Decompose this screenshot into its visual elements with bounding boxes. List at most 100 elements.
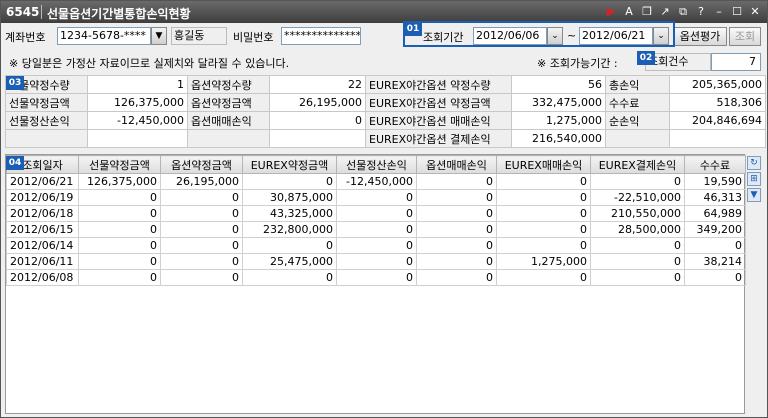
value-cell: 0	[78, 221, 161, 238]
value-cell: -12,450,000	[336, 173, 417, 190]
column-header[interactable]: EUREX약정금액	[242, 155, 337, 174]
value-cell: 46,313	[684, 189, 746, 206]
table-row[interactable]: 2012/06/14 0 0 0 0 0 0 0 0	[6, 237, 746, 254]
value-cell: 28,500,000	[590, 221, 685, 238]
refresh-icon[interactable]: ↻	[747, 156, 761, 170]
column-header[interactable]: 선물약정금액	[78, 155, 161, 174]
column-header[interactable]: 옵션약정금액	[160, 155, 243, 174]
summary-value: 332,475,000	[511, 93, 606, 112]
value-cell: 0	[336, 253, 417, 270]
summary-value: 204,846,694	[669, 111, 766, 130]
notice-text: ※ 당일분은 가정산 자료이므로 실제치와 달라질 수 있습니다.	[9, 57, 290, 70]
value-cell: 0	[416, 237, 497, 254]
value-cell: 0	[336, 205, 417, 222]
value-cell: -22,510,000	[590, 189, 685, 206]
summary-label: EUREX야간옵션 약정금액	[365, 93, 512, 112]
summary-value: 0	[269, 111, 366, 130]
value-cell: 0	[78, 253, 161, 270]
summary-value: 126,375,000	[87, 93, 188, 112]
table-row[interactable]: 2012/06/18 0 0 43,325,000 0 0 0 210,550,000 64,9…	[6, 205, 746, 222]
summary-value: 518,306	[669, 93, 766, 112]
date-cell: 2012/06/15	[6, 221, 79, 238]
summary-label: 옵션약정수량	[187, 75, 270, 94]
value-cell: 0	[242, 269, 337, 286]
value-cell: 43,325,000	[242, 205, 337, 222]
option-eval-button[interactable]: 옵션평가	[673, 27, 727, 46]
value-cell: 0	[336, 189, 417, 206]
password-label: 비밀번호	[233, 31, 274, 44]
column-header[interactable]: EUREX결제손익	[590, 155, 685, 174]
value-cell: 0	[78, 205, 161, 222]
column-header[interactable]: EUREX매매손익	[496, 155, 591, 174]
close-icon[interactable]: ✕	[747, 4, 763, 20]
value-cell: 0	[496, 237, 591, 254]
summary-value: 22	[269, 75, 366, 94]
value-cell: 0	[590, 269, 685, 286]
value-cell: 0	[78, 237, 161, 254]
column-header[interactable]: 선물정산손익	[336, 155, 417, 174]
table-row[interactable]: 2012/06/11 0 0 25,475,000 0 0 1,275,000 0 38,214	[6, 253, 746, 270]
badge-02: 02	[637, 51, 655, 65]
summary-label: 선물약정금액	[5, 93, 88, 112]
value-cell: 0	[416, 189, 497, 206]
value-cell: 0	[242, 173, 337, 190]
value-cell: 0	[160, 237, 243, 254]
column-header[interactable]: 옵션매매손익	[416, 155, 497, 174]
popout-icon[interactable]: ↗	[657, 4, 673, 20]
summary-label	[187, 129, 270, 148]
summary-label	[5, 129, 88, 148]
summary-value: 56	[511, 75, 606, 94]
table-row[interactable]: 2012/06/15 0 0 232,800,000 0 0 0 28,500,000 349,…	[6, 221, 746, 238]
column-header[interactable]: 수수료	[684, 155, 746, 174]
date-cell: 2012/06/18	[6, 205, 79, 222]
summary-label	[605, 129, 670, 148]
owner-name: 홍길동	[171, 27, 227, 45]
summary-table: 선물약정수량 1 옵션약정수량 22 EUREX야간옵션 약정수량 56 총손익…	[5, 75, 766, 148]
summary-value: 1,275,000	[511, 111, 606, 130]
window-title: 선물옵션기간별통합손익현황	[47, 7, 191, 21]
summary-label: EUREX야간옵션 매매손익	[365, 111, 512, 130]
maximize-icon[interactable]: ☐	[729, 4, 745, 20]
table-row[interactable]: 2012/06/08 0 0 0 0 0 0 0 0	[6, 269, 746, 286]
summary-value	[269, 129, 366, 148]
copy-icon[interactable]: ❐	[639, 4, 655, 20]
value-cell: 0	[416, 269, 497, 286]
value-cell: 0	[160, 221, 243, 238]
minimize-icon[interactable]: –	[711, 4, 727, 20]
value-cell: 0	[684, 269, 746, 286]
summary-label: 총손익	[605, 75, 670, 94]
help-icon[interactable]: ?	[693, 4, 709, 20]
date-cell: 2012/06/19	[6, 189, 79, 206]
table-row[interactable]: 2012/06/21 126,375,000 26,195,000 0 -12,450,…	[6, 173, 746, 190]
value-cell: 1,275,000	[496, 253, 591, 270]
value-cell: 126,375,000	[78, 173, 161, 190]
summary-value: -12,450,000	[87, 111, 188, 130]
summary-value: 26,195,000	[269, 93, 366, 112]
search-button[interactable]: 조회	[729, 27, 761, 46]
value-cell: 0	[160, 269, 243, 286]
summary-label: 순손익	[605, 111, 670, 130]
value-cell: 0	[336, 237, 417, 254]
history-table: 조회일자 선물약정금액 옵션약정금액 EUREX약정금액 선물정산손익 옵션매매…	[6, 155, 746, 286]
date-cell: 2012/06/08	[6, 269, 79, 286]
account-dropdown-button[interactable]: ▼	[151, 27, 167, 45]
restore-icon[interactable]: ⧉	[675, 4, 691, 20]
font-icon[interactable]: A	[621, 4, 637, 20]
value-cell: 0	[416, 221, 497, 238]
grid-header-row: 조회일자 선물약정금액 옵션약정금액 EUREX약정금액 선물정산손익 옵션매매…	[6, 155, 746, 174]
play-icon[interactable]: ▶	[603, 4, 619, 20]
value-cell: 0	[496, 205, 591, 222]
value-cell: 232,800,000	[242, 221, 337, 238]
summary-value: 205,365,000	[669, 75, 766, 94]
scroll-down-icon[interactable]: ▼	[747, 188, 761, 202]
export-icon[interactable]: ⊞	[747, 172, 761, 186]
value-cell: 0	[496, 189, 591, 206]
table-row[interactable]: 2012/06/19 0 0 30,875,000 0 0 0 -22,510,000 46,3…	[6, 189, 746, 206]
value-cell: 0	[416, 253, 497, 270]
account-field[interactable]: 1234-5678-****	[57, 27, 151, 45]
password-field[interactable]: ****************	[281, 27, 361, 45]
value-cell: 0	[496, 173, 591, 190]
summary-row: EUREX야간옵션 결제손익 216,540,000	[5, 129, 766, 148]
summary-label: 옵션약정금액	[187, 93, 270, 112]
value-cell: 0	[160, 253, 243, 270]
